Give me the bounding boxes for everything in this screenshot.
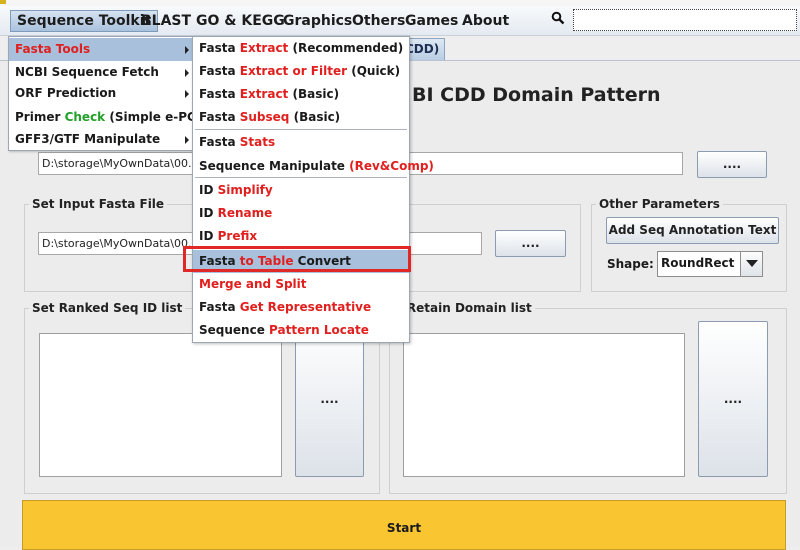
retain-domain-legend: t Retain Domain list	[397, 301, 532, 315]
menu-item-id-prefix[interactable]: ID Prefix	[193, 225, 409, 248]
menu-item-orf-prediction[interactable]: ORF Prediction	[9, 82, 195, 105]
menu-item-text: Prefix	[217, 229, 258, 243]
menu-item-id-simplify[interactable]: ID Simplify	[193, 179, 409, 202]
menu-item-fasta-stats[interactable]: Fasta Stats	[193, 131, 409, 154]
menu-games[interactable]: Games	[399, 10, 464, 32]
menu-item-fasta-subseq[interactable]: Fasta Subseq (Basic)	[193, 106, 409, 129]
menu-item-text: Extract	[239, 41, 289, 55]
browse-button-1[interactable]: ....	[697, 151, 767, 178]
highlight-box	[183, 246, 411, 272]
menu-item-text: Check	[64, 110, 106, 124]
menu-item-text: Fasta	[199, 300, 240, 314]
start-button[interactable]: Start	[22, 500, 786, 550]
menu-item-sequence-manipulate[interactable]: Sequence Manipulate (Rev&Comp)	[193, 155, 434, 178]
menu-item-text: Fasta Tools	[15, 42, 91, 56]
menu-item-text: Extract	[239, 87, 289, 101]
menu-item-text: Simplify	[217, 183, 273, 197]
shape-dropdown-button[interactable]	[740, 252, 762, 276]
menu-item-text: Extract or Filter	[239, 64, 348, 78]
page-title: BI CDD Domain Pattern	[412, 84, 661, 106]
ranked-seq-textarea[interactable]	[39, 333, 282, 477]
menu-item-sequence-pattern-locate[interactable]: Sequence Pattern Locate	[193, 319, 409, 342]
browse-fasta-button[interactable]: ....	[495, 230, 566, 257]
menu-item-text: Pattern Locate	[269, 323, 369, 337]
retain-domain-textarea[interactable]	[403, 333, 685, 477]
ranked-seq-browse-button[interactable]: ....	[295, 321, 364, 477]
menu-item-text: Subseq	[239, 110, 290, 124]
chevron-right-icon	[185, 46, 189, 54]
menu-item-text: (Basic)	[289, 110, 341, 124]
chevron-right-icon	[185, 136, 189, 144]
menu-item-fasta-get-representative[interactable]: Fasta Get Representative	[193, 296, 409, 319]
menu-item-id-rename[interactable]: ID Rename	[193, 202, 409, 225]
menu-item-text: Rename	[217, 206, 273, 220]
menu-item-text: (Basic)	[288, 87, 340, 101]
menu-blast[interactable]: BLAST	[135, 10, 197, 32]
menu-item-text: GFF3/GTF Manipulate	[15, 132, 161, 146]
menu-item-text: Primer	[15, 110, 65, 124]
menu-item-fasta-extract-or-filter[interactable]: Fasta Extract or Filter (Quick)	[193, 60, 409, 83]
ranked-seq-legend: Set Ranked Seq ID list	[32, 301, 183, 315]
menu-item-text: (Rev&Comp)	[349, 159, 434, 173]
sequence-toolkit-menu: Fasta Tools NCBI Sequence Fetch ORF Pred…	[8, 36, 211, 151]
menu-item-text: ID	[199, 229, 218, 243]
menu-item-text: (Quick)	[347, 64, 401, 78]
menu-item-text: Fasta	[199, 110, 240, 124]
menu-item-text: Get Representative	[239, 300, 372, 314]
menu-item-fasta-tools[interactable]: Fasta Tools	[9, 38, 195, 61]
menu-item-text: ID	[199, 183, 218, 197]
add-seq-annotation-button[interactable]: Add Seq Annotation Text	[606, 217, 779, 244]
menu-item-text: Fasta	[199, 135, 240, 149]
fasta-tools-submenu: Fasta Extract (Recommended) Fasta Extrac…	[192, 36, 434, 343]
menu-item-text: Sequence Manipulate	[199, 159, 350, 173]
shape-select[interactable]: RoundRect	[657, 251, 763, 277]
menu-item-primer-check[interactable]: Primer Check (Simple e-PCR)	[9, 106, 211, 129]
retain-domain-browse-button[interactable]: ....	[698, 321, 768, 477]
menu-item-ncbi-sequence-fetch[interactable]: NCBI Sequence Fetch	[9, 61, 195, 84]
menu-item-text: NCBI Sequence Fetch	[15, 65, 159, 79]
app-icon	[0, 0, 6, 4]
menu-item-merge-and-split[interactable]: Merge and Split	[193, 273, 409, 296]
menu-item-text: Stats	[239, 135, 276, 149]
shape-select-value: RoundRect	[661, 256, 735, 270]
chevron-right-icon	[185, 90, 189, 98]
search-icon[interactable]	[551, 11, 565, 25]
menu-item-text: Fasta	[199, 41, 240, 55]
menu-item-text: ORF Prediction	[15, 86, 117, 100]
other-parameters-legend: Other Parameters	[599, 197, 720, 211]
chevron-right-icon	[185, 69, 189, 77]
search-input[interactable]	[573, 9, 797, 31]
menu-item-text: Merge and Split	[199, 277, 307, 291]
menu-item-text: Sequence	[199, 323, 270, 337]
other-parameters-group: Other Parameters	[591, 197, 787, 292]
menu-item-fasta-extract-recommended[interactable]: Fasta Extract (Recommended)	[193, 37, 409, 60]
menu-separator	[195, 129, 407, 130]
menu-about[interactable]: About	[456, 10, 515, 32]
menu-separator	[195, 177, 407, 178]
input-fasta-legend: Set Input Fasta File	[32, 197, 165, 211]
menu-item-text: ID	[199, 206, 218, 220]
menu-item-gff3-gtf-manipulate[interactable]: GFF3/GTF Manipulate	[9, 128, 195, 151]
menu-item-text: Fasta	[199, 64, 240, 78]
menu-go-kegg[interactable]: GO & KEGG	[190, 10, 291, 32]
menu-item-fasta-extract-basic[interactable]: Fasta Extract (Basic)	[193, 83, 409, 106]
menu-item-text: (Recommended)	[288, 41, 404, 55]
shape-label: Shape:	[607, 257, 654, 271]
chevron-down-icon	[746, 260, 758, 267]
menu-item-text: Fasta	[199, 87, 240, 101]
